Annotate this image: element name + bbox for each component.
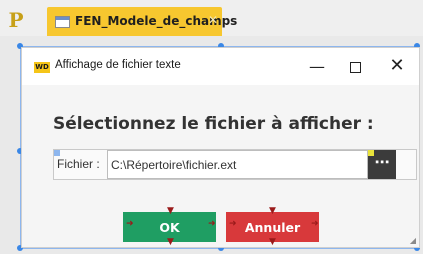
title-bar: WD Affichage de fichier texte — ✕ [22,48,419,85]
field-corner-marker [54,150,60,156]
anchor-arrow-icon: ➜ [311,219,319,229]
browse-corner-marker [368,150,374,156]
wd-logo-icon: WD [34,62,50,73]
maximize-icon [349,62,361,73]
window-title: Affichage de fichier texte [55,59,181,71]
anchor-arrow-icon: ▼ [167,237,174,247]
file-field-label: Fichier : [57,157,100,171]
file-path-input[interactable]: C:\Répertoire\fichier.ext [107,150,368,179]
anchor-arrow-icon: ▼ [269,206,276,216]
resize-grip-icon[interactable]: ◢ [410,236,416,245]
minimize-button[interactable]: — [302,55,332,79]
app-logo[interactable]: P [6,9,26,31]
page-heading: Sélectionnez le fichier à afficher : [53,114,374,134]
anchor-arrow-icon: ➜ [229,219,237,229]
dialog-window: WD Affichage de fichier texte — ✕ Sélect… [21,47,420,248]
file-field-row: Fichier : C:\Répertoire\fichier.ext ⋯ [53,149,417,180]
window-icon [55,16,70,28]
anchor-arrow-icon: ➜ [126,219,134,229]
tab-strip: P FEN_Modele_de_champs ✕ [0,0,423,36]
close-button[interactable]: ✕ [382,55,412,79]
close-tab-icon[interactable]: ✕ [208,13,218,27]
maximize-button[interactable] [340,55,370,79]
anchor-arrow-icon: ▼ [269,237,276,247]
anchor-arrow-icon: ▼ [167,206,174,216]
tab-fen-modele-de-champs[interactable]: FEN_Modele_de_champs ✕ [47,7,237,36]
anchor-arrow-icon: ➜ [208,219,216,229]
